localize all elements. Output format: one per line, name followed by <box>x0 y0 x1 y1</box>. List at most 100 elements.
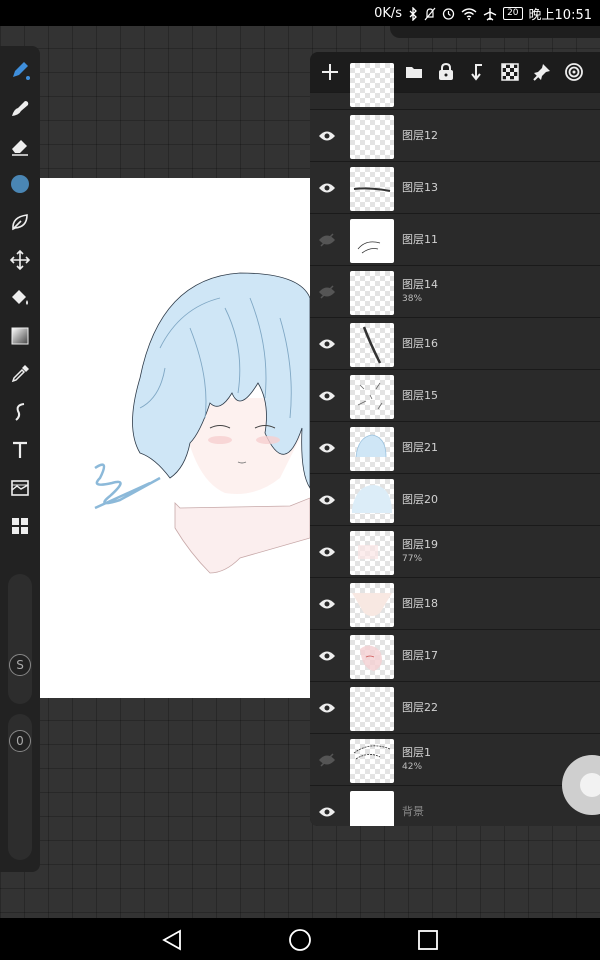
current-color-swatch <box>11 175 29 193</box>
eye-visible-icon[interactable] <box>315 696 339 720</box>
fab-dot <box>580 773 600 797</box>
eye-visible-icon[interactable] <box>315 644 339 668</box>
eye-hidden-icon[interactable] <box>315 228 339 252</box>
artwork <box>94 272 310 574</box>
mute-icon <box>424 7 436 21</box>
back-button[interactable] <box>160 927 186 953</box>
filter-tool-button[interactable] <box>6 474 34 502</box>
eye-visible-icon[interactable] <box>315 124 339 148</box>
gradient-icon <box>11 327 29 345</box>
lasso-tool-button[interactable] <box>6 208 34 236</box>
merge-down-icon <box>471 64 482 81</box>
layer-row-background[interactable]: 背景 <box>310 785 600 826</box>
battery-level: 20 <box>503 7 523 20</box>
brush-size-knob[interactable]: S <box>9 654 31 676</box>
layer-opacity: 38% <box>402 294 423 304</box>
spiral-icon <box>565 63 583 81</box>
layer-options-button[interactable] <box>562 60 586 84</box>
layer-row[interactable]: 图层18 <box>310 577 600 630</box>
layer-row-partial[interactable] <box>310 63 600 109</box>
clock: 晚上10:51 <box>528 8 592 23</box>
opacity-knob[interactable]: 0 <box>9 730 31 752</box>
transparency-button[interactable] <box>498 60 522 84</box>
layer-row[interactable]: 图层13 <box>310 161 600 214</box>
curve-tool-button[interactable] <box>6 398 34 426</box>
text-icon <box>13 441 27 458</box>
layer-row[interactable]: 图层17 <box>310 629 600 682</box>
folder-button[interactable] <box>402 60 426 84</box>
airplane-icon <box>483 7 497 21</box>
layer-name: 图层21 <box>402 441 438 454</box>
layer-thumbnail <box>350 219 394 263</box>
color-picker-button[interactable] <box>6 170 34 198</box>
layer-thumbnail <box>350 427 394 471</box>
text-tool-button[interactable] <box>6 436 34 464</box>
layer-row[interactable]: 图层14 38% <box>310 265 600 318</box>
layer-name: 图层12 <box>402 129 438 142</box>
checkerboard-icon <box>501 63 519 81</box>
drawing-canvas[interactable] <box>40 178 310 698</box>
layer-thumbnail <box>350 687 394 731</box>
gradient-tool-button[interactable] <box>6 322 34 350</box>
eye-visible-icon[interactable] <box>315 488 339 512</box>
layer-thumbnail <box>350 479 394 523</box>
layer-name: 图层19 <box>402 538 438 551</box>
recents-button[interactable] <box>415 927 441 953</box>
layer-thumbnail <box>350 635 394 679</box>
layers-list[interactable]: 图层12 图层13 图层11 图层14 38% 图层16 图层15 图层21 图… <box>310 63 600 826</box>
grid-icon <box>12 518 28 534</box>
eye-hidden-icon[interactable] <box>315 280 339 304</box>
merge-down-button[interactable] <box>466 60 490 84</box>
bluetooth-icon <box>408 6 418 21</box>
brush-size-slider[interactable] <box>8 574 32 704</box>
layer-row[interactable]: 图层11 <box>310 213 600 266</box>
fill-tool-button[interactable] <box>6 284 34 312</box>
opacity-label: 0 <box>16 734 24 748</box>
layer-row[interactable]: 图层1 42% <box>310 733 600 786</box>
transform-tool-button[interactable] <box>6 246 34 274</box>
layer-thumbnail <box>350 167 394 211</box>
layer-row[interactable]: 图层20 <box>310 473 600 526</box>
eraser-tool-button[interactable] <box>6 132 34 160</box>
plus-icon <box>322 64 338 80</box>
eye-hidden-icon[interactable] <box>315 748 339 772</box>
smudge-tool-button[interactable] <box>6 94 34 122</box>
eye-visible-icon[interactable] <box>315 800 339 824</box>
layer-row[interactable]: 图层19 77% <box>310 525 600 578</box>
eyedropper-tool-button[interactable] <box>6 360 34 388</box>
eye-visible-icon[interactable] <box>315 384 339 408</box>
size-label: S <box>16 658 24 672</box>
layer-row[interactable]: 图层21 <box>310 421 600 474</box>
leaf-lasso-icon <box>12 214 28 231</box>
alarm-icon <box>442 7 455 20</box>
brush-tool-button[interactable] <box>6 56 34 84</box>
move-arrows-icon <box>9 249 31 271</box>
lock-icon <box>439 62 453 80</box>
net-speed: 0K/s <box>374 6 403 21</box>
layer-row[interactable]: 图层12 <box>310 109 600 162</box>
layer-row[interactable]: 图层22 <box>310 681 600 734</box>
pin-button[interactable] <box>530 60 554 84</box>
layer-row[interactable]: 图层16 <box>310 317 600 370</box>
eye-visible-icon[interactable] <box>315 436 339 460</box>
eye-visible-icon[interactable] <box>315 332 339 356</box>
eyedropper-icon <box>11 365 29 383</box>
top-menu-strip <box>390 26 600 38</box>
layer-name: 图层20 <box>402 493 438 506</box>
layer-name: 图层17 <box>402 649 438 662</box>
layer-thumbnail <box>350 323 394 367</box>
system-nav-bar <box>0 918 600 960</box>
layer-thumbnail <box>350 531 394 575</box>
pin-icon <box>533 64 550 81</box>
folder-icon <box>406 67 422 78</box>
lock-layer-button[interactable] <box>434 60 458 84</box>
status-icons: 0K/s 20 晚上10:51 <box>374 4 592 23</box>
home-button[interactable] <box>287 927 313 953</box>
layers-grid-button[interactable] <box>6 512 34 540</box>
eye-visible-icon[interactable] <box>315 176 339 200</box>
eye-visible-icon[interactable] <box>315 592 339 616</box>
layer-row[interactable]: 图层15 <box>310 369 600 422</box>
image-filter-icon <box>11 480 29 496</box>
add-layer-button[interactable] <box>318 60 342 84</box>
eye-visible-icon[interactable] <box>315 540 339 564</box>
